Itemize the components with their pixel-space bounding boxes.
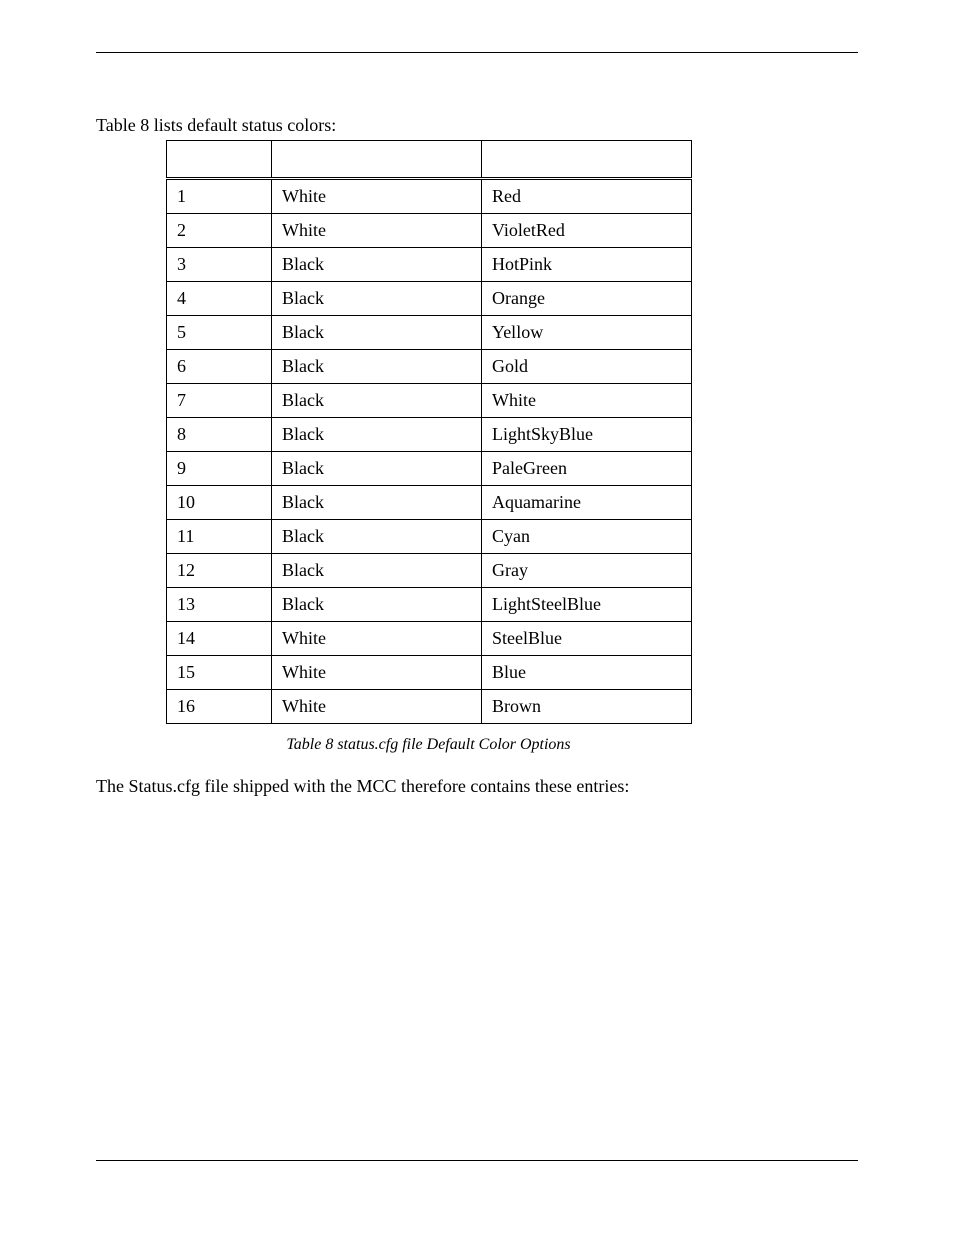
table-cell: 8	[167, 418, 272, 452]
table-cell: Cyan	[482, 520, 692, 554]
table-cell: 10	[167, 486, 272, 520]
bottom-rule	[96, 1160, 858, 1161]
table-row: 6BlackGold	[167, 350, 692, 384]
table-row: 15WhiteBlue	[167, 656, 692, 690]
table-row: 7BlackWhite	[167, 384, 692, 418]
table-cell: Aquamarine	[482, 486, 692, 520]
table-cell: HotPink	[482, 248, 692, 282]
table-cell: 4	[167, 282, 272, 316]
table-cell: 14	[167, 622, 272, 656]
table-header-cell	[167, 141, 272, 179]
outro-text: The Status.cfg file shipped with the MCC…	[96, 776, 858, 797]
table-row: 5BlackYellow	[167, 316, 692, 350]
table-cell: Yellow	[482, 316, 692, 350]
top-rule	[96, 52, 858, 53]
table-cell: 1	[167, 179, 272, 214]
table-cell: 3	[167, 248, 272, 282]
table-cell: 5	[167, 316, 272, 350]
table-row: 12BlackGray	[167, 554, 692, 588]
table-cell: PaleGreen	[482, 452, 692, 486]
table-caption: Table 8 status.cfg file Default Color Op…	[166, 736, 691, 754]
table-cell: Black	[272, 316, 482, 350]
table-cell: SteelBlue	[482, 622, 692, 656]
status-colors-table: 1WhiteRed2WhiteVioletRed3BlackHotPink4Bl…	[166, 140, 692, 724]
table-cell: White	[272, 690, 482, 724]
table-cell: Black	[272, 520, 482, 554]
table-row: 9BlackPaleGreen	[167, 452, 692, 486]
table-row: 10BlackAquamarine	[167, 486, 692, 520]
table-cell: Black	[272, 282, 482, 316]
table-cell: Black	[272, 384, 482, 418]
table-cell: 7	[167, 384, 272, 418]
table-cell: Black	[272, 486, 482, 520]
table-header-cell	[482, 141, 692, 179]
table-row: 4BlackOrange	[167, 282, 692, 316]
table-cell: White	[272, 622, 482, 656]
table-cell: Black	[272, 554, 482, 588]
table-cell: 15	[167, 656, 272, 690]
table-cell: 6	[167, 350, 272, 384]
table-cell: Gray	[482, 554, 692, 588]
table-row: 2WhiteVioletRed	[167, 214, 692, 248]
table-cell: Black	[272, 418, 482, 452]
table-cell: LightSteelBlue	[482, 588, 692, 622]
table-body: 1WhiteRed2WhiteVioletRed3BlackHotPink4Bl…	[167, 179, 692, 724]
table-cell: White	[272, 656, 482, 690]
table-header-cell	[272, 141, 482, 179]
table-cell: Orange	[482, 282, 692, 316]
table-cell: 12	[167, 554, 272, 588]
table-cell: LightSkyBlue	[482, 418, 692, 452]
table-cell: 11	[167, 520, 272, 554]
table-cell: 2	[167, 214, 272, 248]
table-cell: Gold	[482, 350, 692, 384]
table-cell: Black	[272, 452, 482, 486]
table-cell: 16	[167, 690, 272, 724]
page: Table 8 lists default status colors: 1Wh…	[0, 0, 954, 1235]
table-cell: White	[272, 179, 482, 214]
table-row: 13BlackLightSteelBlue	[167, 588, 692, 622]
table-cell: Black	[272, 588, 482, 622]
table-header-row	[167, 141, 692, 179]
table-row: 1WhiteRed	[167, 179, 692, 214]
table-cell: Black	[272, 248, 482, 282]
table-row: 8BlackLightSkyBlue	[167, 418, 692, 452]
table-row: 3BlackHotPink	[167, 248, 692, 282]
intro-text: Table 8 lists default status colors:	[96, 115, 858, 136]
table-cell: White	[272, 214, 482, 248]
table-row: 14WhiteSteelBlue	[167, 622, 692, 656]
table-cell: 13	[167, 588, 272, 622]
table-cell: Black	[272, 350, 482, 384]
table-cell: White	[482, 384, 692, 418]
table-cell: 9	[167, 452, 272, 486]
table-cell: VioletRed	[482, 214, 692, 248]
table-row: 11BlackCyan	[167, 520, 692, 554]
table-cell: Red	[482, 179, 692, 214]
table-cell: Blue	[482, 656, 692, 690]
table-cell: Brown	[482, 690, 692, 724]
table-wrap: 1WhiteRed2WhiteVioletRed3BlackHotPink4Bl…	[166, 140, 858, 724]
table-row: 16WhiteBrown	[167, 690, 692, 724]
